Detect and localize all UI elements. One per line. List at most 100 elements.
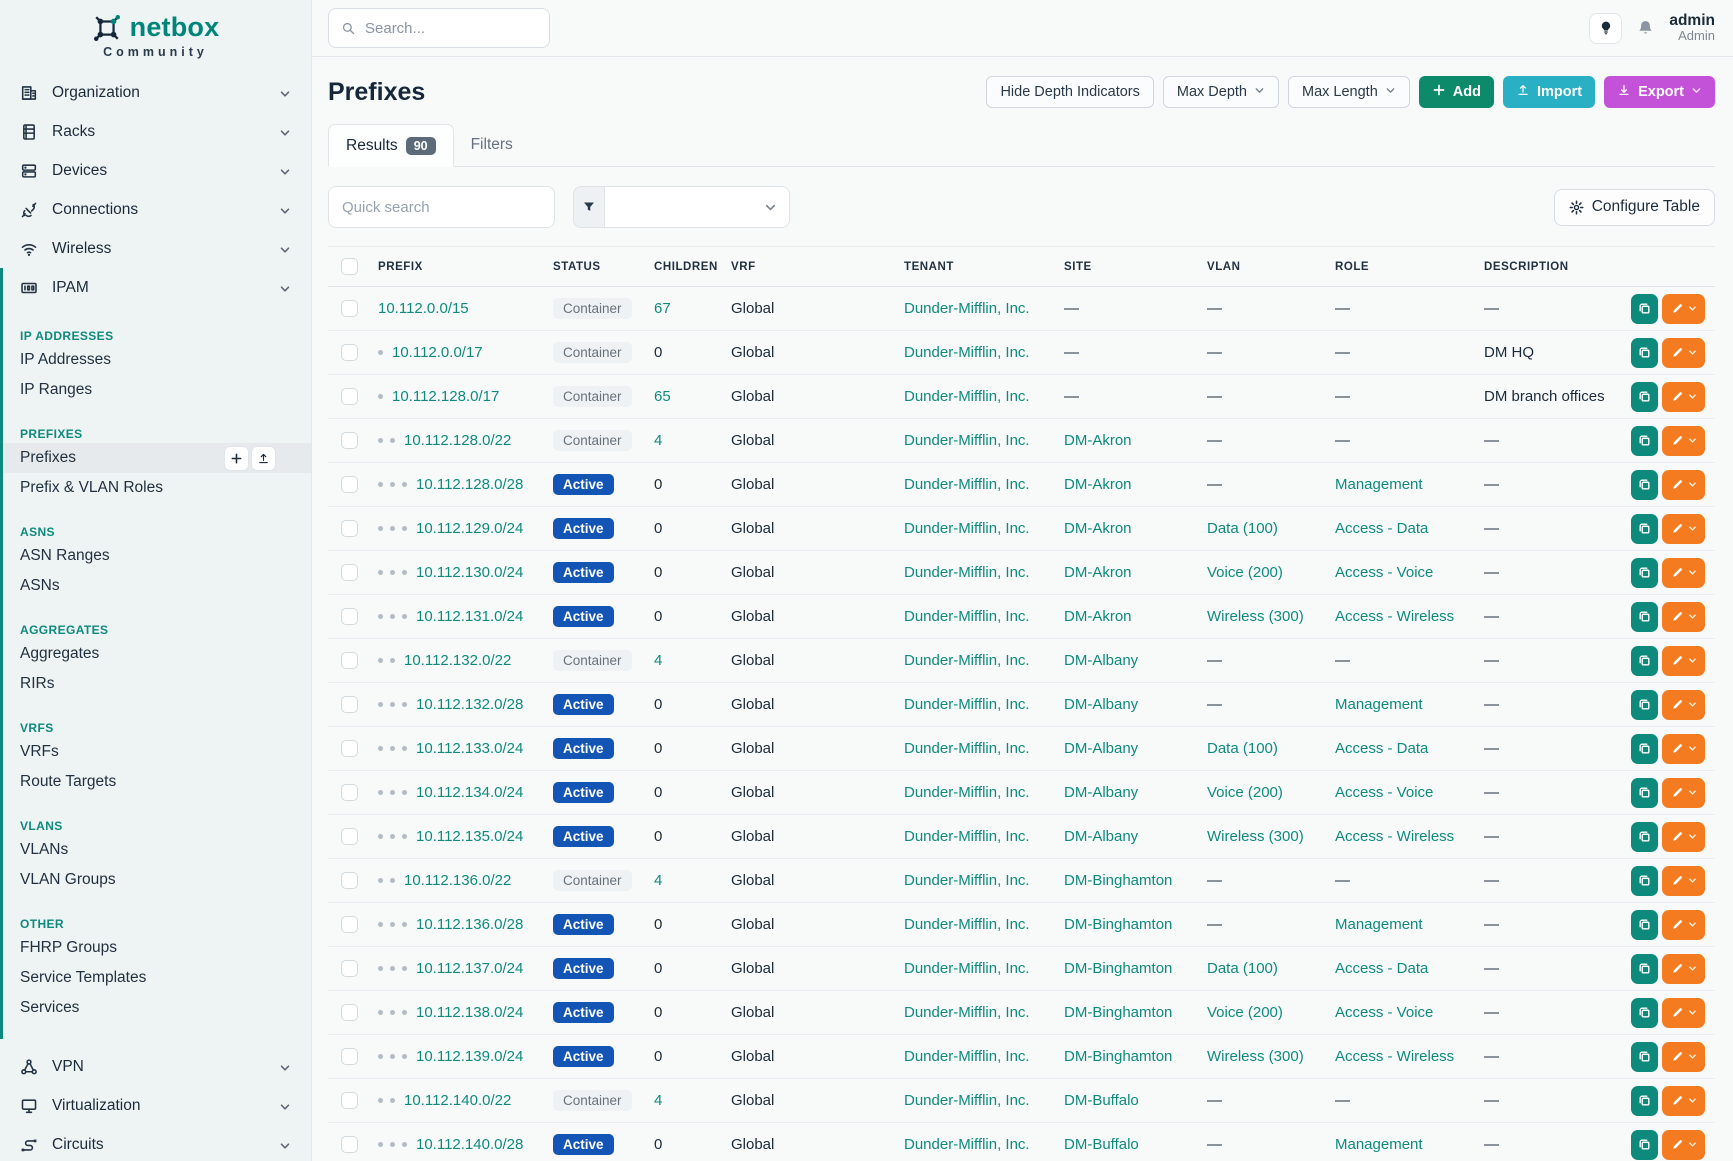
copy-button[interactable] <box>1631 998 1658 1028</box>
sidebar-item-service-templates[interactable]: Service Templates <box>3 963 311 993</box>
copy-button[interactable] <box>1631 514 1658 544</box>
copy-button[interactable] <box>1631 558 1658 588</box>
sidebar-item-route-targets[interactable]: Route Targets <box>3 767 311 797</box>
role-link[interactable]: Access - Wireless <box>1335 608 1454 625</box>
site-link[interactable]: DM-Akron <box>1064 476 1132 493</box>
sidebar-item-asns[interactable]: ASNs <box>3 571 311 601</box>
row-checkbox[interactable] <box>341 564 358 581</box>
tenant-link[interactable]: Dunder-Mifflin, Inc. <box>904 1048 1030 1065</box>
tenant-link[interactable]: Dunder-Mifflin, Inc. <box>904 608 1030 625</box>
prefix-link[interactable]: 10.112.128.0/17 <box>392 388 499 405</box>
column-header-site[interactable]: SITE <box>1064 261 1207 273</box>
edit-button[interactable] <box>1662 998 1705 1028</box>
tenant-link[interactable]: Dunder-Mifflin, Inc. <box>904 564 1030 581</box>
prefix-link[interactable]: 10.112.132.0/28 <box>416 696 523 713</box>
prefix-link[interactable]: 10.112.0.0/17 <box>392 344 483 361</box>
prefix-link[interactable]: 10.112.128.0/22 <box>404 432 511 449</box>
edit-button[interactable] <box>1662 646 1705 676</box>
column-header-tenant[interactable]: TENANT <box>904 261 1064 273</box>
sidebar-item-wireless[interactable]: Wireless <box>0 229 311 268</box>
role-link[interactable]: Management <box>1335 696 1423 713</box>
sidebar-item-prefix-vlan-roles[interactable]: Prefix & VLAN Roles <box>3 473 311 503</box>
vlan-link[interactable]: Wireless (300) <box>1207 828 1304 845</box>
quick-search-input[interactable] <box>328 186 555 228</box>
copy-button[interactable] <box>1631 690 1658 720</box>
sidebar-item-vrfs[interactable]: VRFs <box>3 737 311 767</box>
role-link[interactable]: Access - Voice <box>1335 564 1433 581</box>
site-link[interactable]: DM-Binghamton <box>1064 960 1172 977</box>
copy-button[interactable] <box>1631 470 1658 500</box>
row-checkbox[interactable] <box>341 1048 358 1065</box>
saved-filter-select[interactable] <box>604 186 790 228</box>
role-link[interactable]: Access - Data <box>1335 740 1428 757</box>
tenant-link[interactable]: Dunder-Mifflin, Inc. <box>904 696 1030 713</box>
edit-button[interactable] <box>1662 426 1705 456</box>
sidebar-item-prefixes[interactable]: Prefixes <box>3 443 311 473</box>
prefix-link[interactable]: 10.112.130.0/24 <box>416 564 523 581</box>
tenant-link[interactable]: Dunder-Mifflin, Inc. <box>904 1136 1030 1153</box>
row-checkbox[interactable] <box>341 1136 358 1153</box>
edit-button[interactable] <box>1662 558 1705 588</box>
copy-button[interactable] <box>1631 646 1658 676</box>
site-link[interactable]: DM-Akron <box>1064 432 1132 449</box>
site-link[interactable]: DM-Albany <box>1064 784 1138 801</box>
edit-button[interactable] <box>1662 778 1705 808</box>
row-checkbox[interactable] <box>341 344 358 361</box>
tab-results[interactable]: Results 90 <box>328 124 454 167</box>
copy-button[interactable] <box>1631 338 1658 368</box>
sidebar-item-vlans[interactable]: VLANs <box>3 835 311 865</box>
sidebar-item-fhrp-groups[interactable]: FHRP Groups <box>3 933 311 963</box>
site-link[interactable]: DM-Binghamton <box>1064 1048 1172 1065</box>
sidebar-item-devices[interactable]: Devices <box>0 151 311 190</box>
select-all-checkbox[interactable] <box>341 258 358 275</box>
children-link[interactable]: 4 <box>654 1092 662 1109</box>
vlan-link[interactable]: Wireless (300) <box>1207 608 1304 625</box>
row-checkbox[interactable] <box>341 300 358 317</box>
tenant-link[interactable]: Dunder-Mifflin, Inc. <box>904 300 1030 317</box>
prefix-link[interactable]: 10.112.131.0/24 <box>416 608 523 625</box>
row-checkbox[interactable] <box>341 828 358 845</box>
vlan-link[interactable]: Data (100) <box>1207 960 1278 977</box>
site-link[interactable]: DM-Albany <box>1064 828 1138 845</box>
edit-button[interactable] <box>1662 602 1705 632</box>
copy-button[interactable] <box>1631 1130 1658 1160</box>
row-checkbox[interactable] <box>341 916 358 933</box>
site-link[interactable]: DM-Binghamton <box>1064 872 1172 889</box>
sidebar-item-services[interactable]: Services <box>3 993 311 1023</box>
role-link[interactable]: Access - Wireless <box>1335 828 1454 845</box>
edit-button[interactable] <box>1662 734 1705 764</box>
sidebar-item-virtualization[interactable]: Virtualization <box>0 1086 311 1125</box>
edit-button[interactable] <box>1662 954 1705 984</box>
site-link[interactable]: DM-Binghamton <box>1064 916 1172 933</box>
vlan-link[interactable]: Data (100) <box>1207 520 1278 537</box>
tenant-link[interactable]: Dunder-Mifflin, Inc. <box>904 344 1030 361</box>
row-checkbox[interactable] <box>341 784 358 801</box>
prefix-link[interactable]: 10.112.135.0/24 <box>416 828 523 845</box>
row-checkbox[interactable] <box>341 1092 358 1109</box>
children-link[interactable]: 4 <box>654 432 662 449</box>
prefix-link[interactable]: 10.112.136.0/22 <box>404 872 511 889</box>
children-link[interactable]: 67 <box>654 300 671 317</box>
row-checkbox[interactable] <box>341 652 358 669</box>
row-checkbox[interactable] <box>341 696 358 713</box>
tenant-link[interactable]: Dunder-Mifflin, Inc. <box>904 916 1030 933</box>
site-link[interactable]: DM-Buffalo <box>1064 1136 1139 1153</box>
tenant-link[interactable]: Dunder-Mifflin, Inc. <box>904 1004 1030 1021</box>
edit-button[interactable] <box>1662 514 1705 544</box>
edit-button[interactable] <box>1662 338 1705 368</box>
edit-button[interactable] <box>1662 382 1705 412</box>
brand[interactable]: netbox Community <box>0 0 311 59</box>
tenant-link[interactable]: Dunder-Mifflin, Inc. <box>904 388 1030 405</box>
vlan-link[interactable]: Voice (200) <box>1207 1004 1283 1021</box>
edit-button[interactable] <box>1662 1130 1705 1160</box>
row-checkbox[interactable] <box>341 432 358 449</box>
site-link[interactable]: DM-Akron <box>1064 564 1132 581</box>
role-link[interactable]: Access - Data <box>1335 960 1428 977</box>
filter-button[interactable] <box>573 186 604 228</box>
sidebar-item-ip-addresses[interactable]: IP Addresses <box>3 345 311 375</box>
edit-button[interactable] <box>1662 910 1705 940</box>
hide-depth-indicators-button[interactable]: Hide Depth Indicators <box>986 76 1153 108</box>
sidebar-item-vlan-groups[interactable]: VLAN Groups <box>3 865 311 895</box>
column-header-prefix[interactable]: PREFIX <box>378 261 553 273</box>
role-link[interactable]: Management <box>1335 916 1423 933</box>
